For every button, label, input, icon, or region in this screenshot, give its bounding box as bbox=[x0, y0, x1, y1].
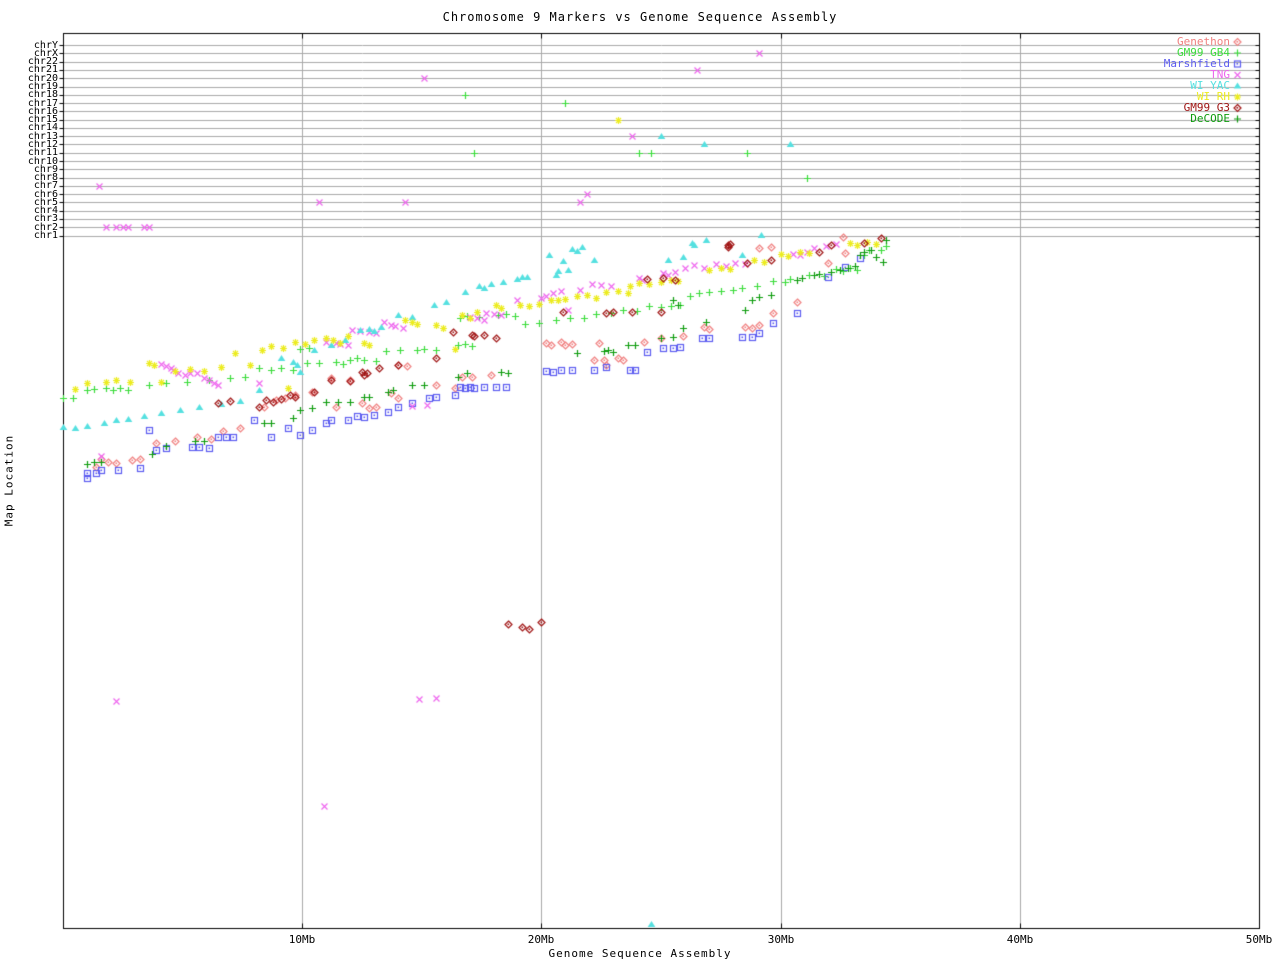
x-tick-label: 50Mb bbox=[1245, 933, 1273, 946]
x-tick-label: 10Mb bbox=[288, 933, 316, 946]
legend-label: Marshfield bbox=[1163, 57, 1230, 70]
legend-item-marshfield: Marshfield bbox=[1164, 58, 1244, 69]
scatter-plot-canvas bbox=[0, 0, 1280, 960]
x-tick-label: 30Mb bbox=[767, 933, 795, 946]
legend-label: DeCODE bbox=[1190, 112, 1230, 125]
legend-item-decode: DeCODE bbox=[1190, 113, 1244, 124]
chart-title: Chromosome 9 Markers vs Genome Sequence … bbox=[442, 10, 838, 24]
x-axis-label: Genome Sequence Assembly bbox=[548, 947, 732, 960]
chart-page: { "title": "Chromosome 9 Markers vs Geno… bbox=[0, 0, 1280, 960]
y-axis-label: Map Location bbox=[2, 434, 16, 527]
x-tick-label: 40Mb bbox=[1006, 933, 1034, 946]
x-tick-label: 20Mb bbox=[527, 933, 555, 946]
chromosome-label: chr1 bbox=[33, 230, 58, 241]
